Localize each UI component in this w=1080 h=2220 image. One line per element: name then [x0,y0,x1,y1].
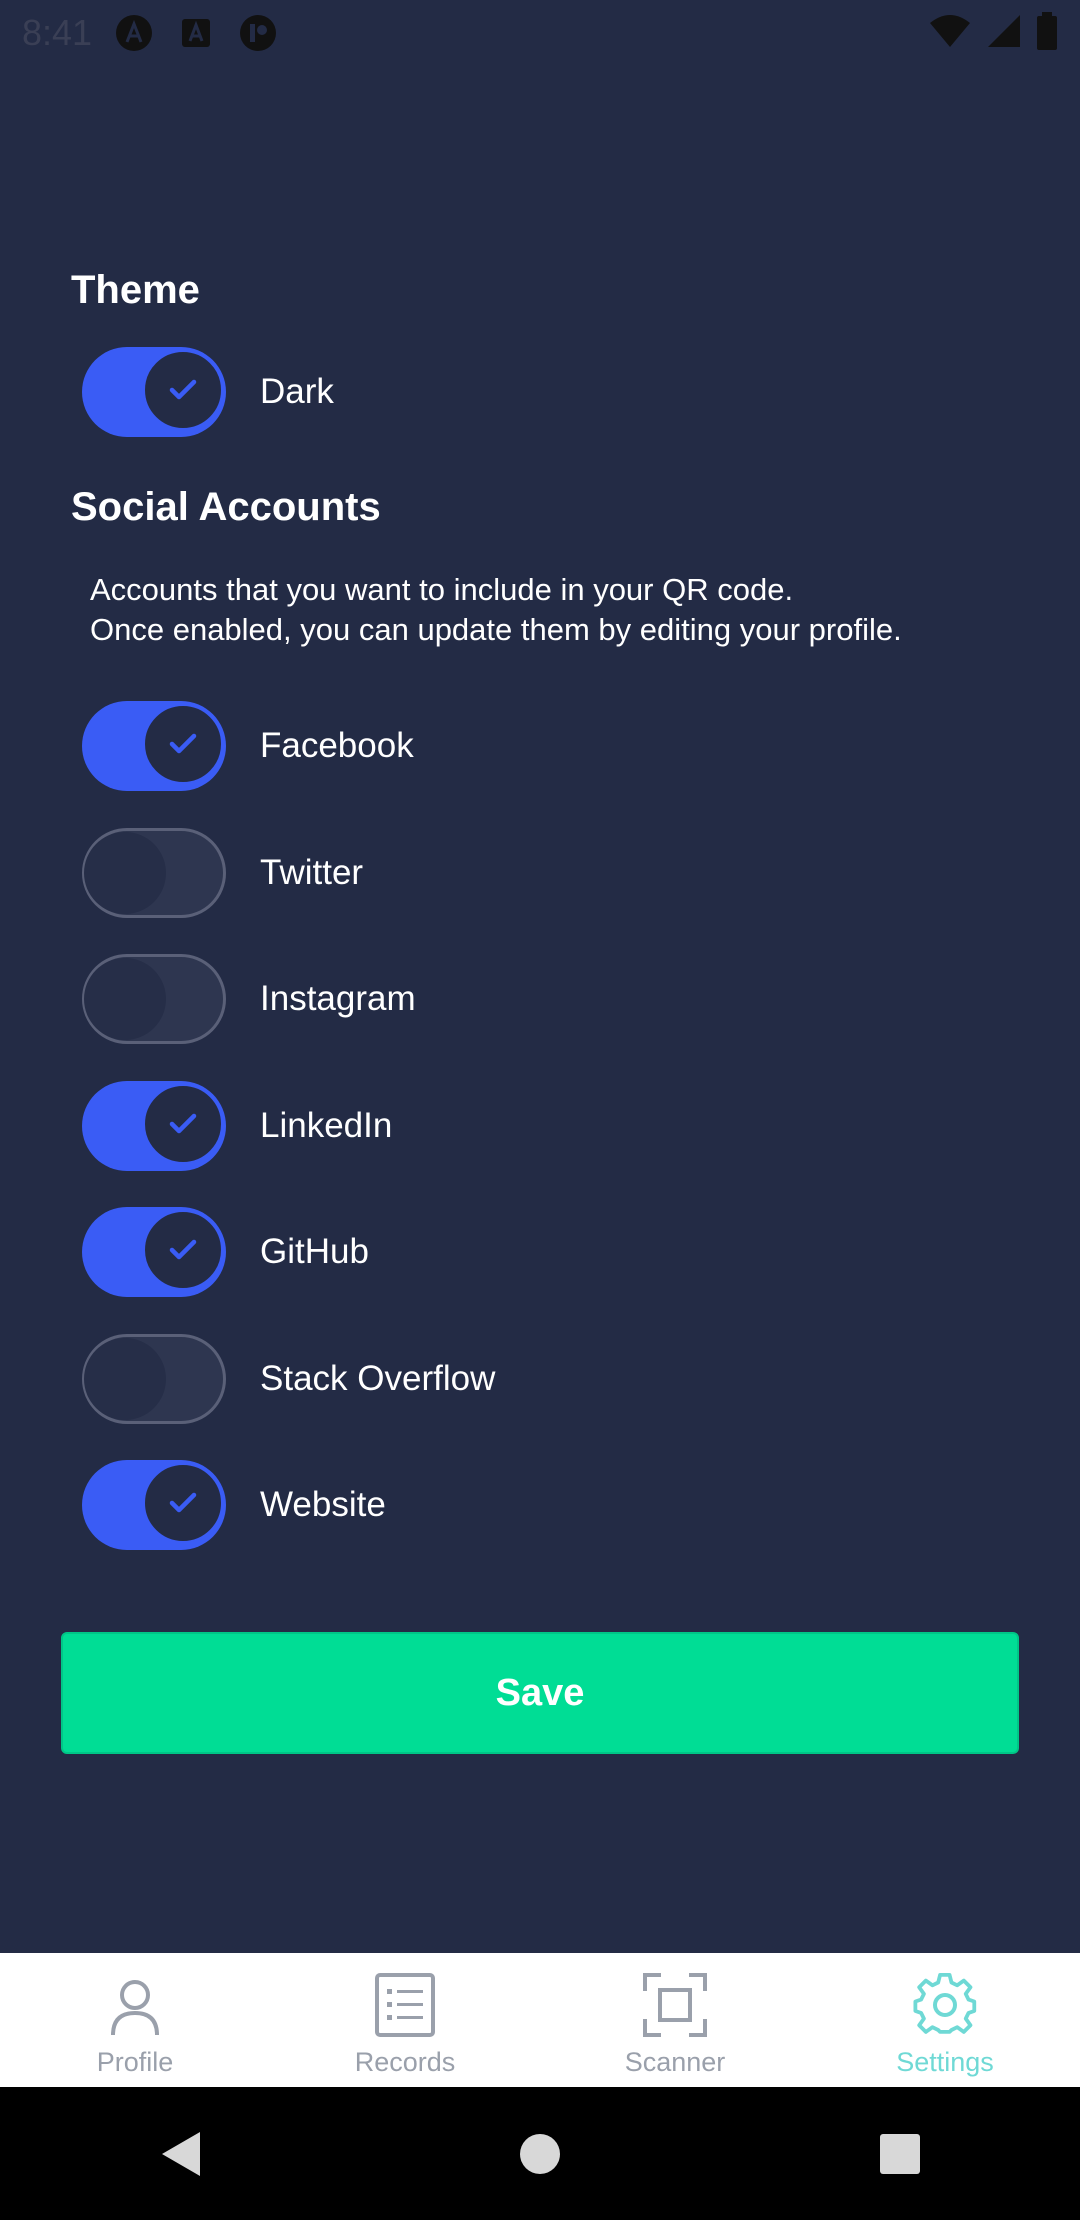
nav-item-records[interactable]: Records [270,1953,540,2087]
github-toggle-row[interactable]: GitHub [82,1206,369,1298]
linkedin-toggle[interactable] [82,1081,226,1171]
person-icon [111,1980,159,2036]
check-icon [169,1492,197,1513]
dark-theme-toggle[interactable] [82,347,226,437]
gear-icon [913,1973,977,2034]
toggle-knob [142,1209,224,1291]
toggle-knob [84,832,166,914]
nav-item-settings[interactable]: Settings [810,1953,1080,2087]
facebook-toggle[interactable] [82,701,226,791]
linkedin-toggle-row[interactable]: LinkedIn [82,1080,392,1172]
status-time: 8:41 [22,12,93,53]
toggle-label-github: GitHub [260,1232,369,1271]
instagram-toggle-row[interactable]: Instagram [82,953,416,1045]
wifi-icon [928,13,972,54]
social-accounts-description: Accounts that you want to include in you… [90,570,902,650]
instagram-toggle[interactable] [82,954,226,1044]
battery-icon [1036,11,1058,55]
toggle-label-twitter: Twitter [260,853,364,892]
nav-label-settings: Settings [896,2047,994,2077]
description-line-2: Once enabled, you can update them by edi… [90,612,902,647]
toggle-label-linkedin: LinkedIn [260,1106,393,1145]
toggle-knob [142,703,224,785]
facebook-toggle-row[interactable]: Facebook [82,700,414,792]
a-circle-icon [114,13,154,53]
nav-label-records: Records [354,2047,456,2077]
toggle-knob [84,1338,166,1420]
check-icon [169,1113,197,1134]
status-left: 8:41 [22,12,278,54]
theme-title: Theme [71,268,200,312]
theme-toggle-row[interactable]: Dark [82,346,334,438]
toggle-knob [84,958,166,1040]
scanner-icon [643,1973,707,2037]
back-button[interactable] [120,2109,240,2199]
system-nav-bar [0,2087,1080,2220]
status-right [928,11,1058,55]
check-icon [169,1239,197,1260]
recents-button[interactable] [840,2109,960,2199]
home-button[interactable] [480,2109,600,2199]
check-icon [169,379,197,400]
check-icon [169,733,197,754]
nav-item-profile[interactable]: Profile [0,1953,270,2087]
recents-square-icon [880,2133,920,2174]
twitter-toggle[interactable] [82,828,226,918]
twitter-toggle-row[interactable]: Twitter [82,827,363,919]
home-circle-icon [520,2133,560,2174]
r-circle-icon [238,13,278,53]
website-toggle[interactable] [82,1460,226,1550]
nav-label-scanner: Scanner [624,2047,726,2077]
list-icon [375,1973,435,2037]
toggle-label-facebook: Facebook [260,726,414,765]
toggle-knob [142,1462,224,1544]
stack-overflow-toggle-row[interactable]: Stack Overflow [82,1333,495,1425]
social-accounts-title: Social Accounts [71,485,381,529]
toggle-label-instagram: Instagram [260,979,416,1018]
website-toggle-row[interactable]: Website [82,1459,386,1551]
github-toggle[interactable] [82,1207,226,1297]
toggle-knob [142,349,224,431]
toggle-label-stack-overflow: Stack Overflow [260,1359,496,1398]
toggle-label-website: Website [260,1485,386,1524]
stack-overflow-toggle[interactable] [82,1334,226,1424]
bottom-nav: Profile Records Scanner Settings [0,1953,1080,2087]
a-square-icon [176,13,216,53]
status-bar: 8:41 [0,0,1080,66]
signal-icon [986,13,1022,54]
save-button[interactable]: Save [61,1632,1019,1754]
toggle-knob [142,1083,224,1165]
nav-label-profile: Profile [96,2047,174,2077]
toggle-label-dark: Dark [260,372,334,411]
nav-item-scanner[interactable]: Scanner [540,1953,810,2087]
description-line-1: Accounts that you want to include in you… [90,572,794,607]
back-triangle-icon [162,2131,200,2176]
